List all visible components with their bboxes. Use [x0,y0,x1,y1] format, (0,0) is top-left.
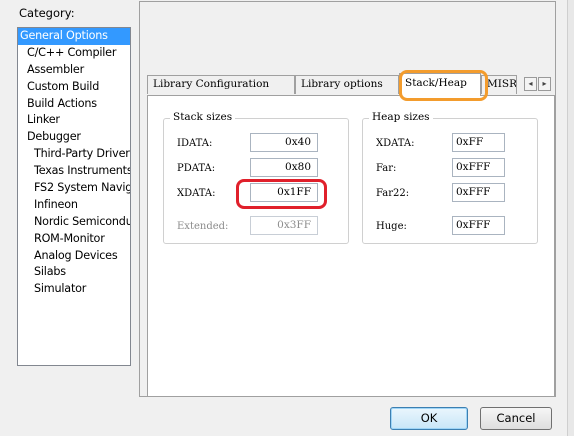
tab-strip: Library Configuration Library options St… [147,73,555,96]
stack-sizes-title: Stack sizes [170,111,236,123]
category-item-linker[interactable]: Linker [18,112,130,129]
tab-library-options[interactable]: Library options [295,75,399,94]
heap-xdata-label: XDATA: [376,138,415,149]
heap-xdata-field[interactable]: 0xFF [452,133,505,152]
heap-far-label: Far: [376,163,397,174]
stack-extended-label: Extended: [177,221,229,232]
heap-far22-field[interactable]: 0xFFF [452,183,505,202]
tab-library-configuration[interactable]: Library Configuration [147,75,295,94]
window-edge [567,0,574,436]
ok-button[interactable]: OK [390,407,468,430]
heap-far-field[interactable]: 0xFFF [452,158,505,177]
category-item-third-party-driver[interactable]: Third-Party Driver [18,146,130,163]
stack-pdata-label: PDATA: [177,163,216,174]
stack-idata-label: IDATA: [177,138,213,149]
category-item-fs2-system-navig[interactable]: FS2 System Navig [18,180,130,197]
tab-scroll-left-button[interactable]: ◂ [524,77,537,91]
category-item-c-c-compiler[interactable]: C/C++ Compiler [18,45,130,62]
category-item-simulator[interactable]: Simulator [18,281,130,298]
category-item-rom-monitor[interactable]: ROM-Monitor [18,231,130,248]
category-item-silabs[interactable]: Silabs [18,264,130,281]
stack-heap-panel: Stack sizes IDATA: 0x40 PDATA: 0x80 XDAT… [147,95,555,397]
options-dialog: Category: General Options C/C++ Compiler A… [0,0,574,436]
category-label: Category: [19,6,75,20]
category-item-infineon[interactable]: Infineon [18,197,130,214]
tab-scroll-right-button[interactable]: ▸ [538,77,551,91]
category-item-general-options[interactable]: General Options [18,28,130,45]
category-item-texas-instruments[interactable]: Texas Instruments [18,163,130,180]
category-item-custom-build[interactable]: Custom Build [18,79,130,96]
cancel-button[interactable]: Cancel [480,407,552,430]
category-item-build-actions[interactable]: Build Actions [18,96,130,113]
category-item-nordic-semiconduc[interactable]: Nordic Semiconduc [18,214,130,231]
heap-sizes-title: Heap sizes [369,111,433,123]
stack-xdata-label: XDATA: [177,188,216,199]
tab-misra[interactable]: MISRA [481,75,517,94]
tab-stack-heap[interactable]: Stack/Heap [399,73,481,96]
stack-sizes-group: Stack sizes IDATA: 0x40 PDATA: 0x80 XDAT… [163,111,349,244]
heap-huge-field[interactable]: 0xFFF [452,216,505,235]
stack-extended-field: 0x3FF [250,216,318,235]
category-list[interactable]: General Options C/C++ Compiler Assembler Cu… [17,27,131,366]
stack-idata-field[interactable]: 0x40 [250,133,318,152]
category-item-debugger[interactable]: Debugger [18,129,130,146]
stack-xdata-field[interactable]: 0x1FF [250,183,318,202]
heap-far22-label: Far22: [376,188,410,199]
heap-huge-label: Huge: [376,221,407,232]
stack-pdata-field[interactable]: 0x80 [250,158,318,177]
category-item-analog-devices[interactable]: Analog Devices [18,248,130,265]
category-item-assembler[interactable]: Assembler [18,62,130,79]
heap-sizes-group: Heap sizes XDATA: 0xFF Far: 0xFFF Far22:… [362,111,538,244]
